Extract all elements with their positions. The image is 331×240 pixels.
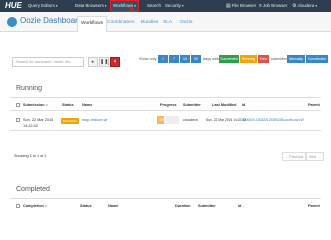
status-badge: RUNNING	[61, 118, 79, 124]
tab-workflows[interactable]: Workflows	[77, 16, 108, 32]
col-status[interactable]: Status	[80, 204, 92, 208]
caret-down-icon: ▾	[55, 4, 58, 8]
completed-section-title: Completed	[16, 186, 50, 193]
days-1-button[interactable]: 1	[158, 55, 168, 63]
nav-label: Search	[147, 3, 161, 8]
nav-file-browser[interactable]: ▤File Browser	[226, 0, 256, 12]
nav-label: Job Browser	[262, 3, 288, 8]
nav-query-editors[interactable]: Query Editors▾	[28, 0, 58, 12]
col-completion[interactable]: Completion⇅	[23, 204, 47, 208]
search-input[interactable]: Search for username, name, etc...	[12, 57, 84, 67]
col-submission[interactable]: Submission⇅	[23, 103, 48, 107]
tab-bundles[interactable]: Bundles	[138, 16, 161, 32]
next-page-button[interactable]: Next →	[306, 152, 324, 161]
status-error-button[interactable]: Error	[258, 55, 269, 63]
days-15-button[interactable]: 15	[180, 55, 190, 63]
tab-sla[interactable]: SLA	[160, 16, 175, 32]
submitted-coordinator-button[interactable]: Coordinator	[306, 55, 328, 63]
sort-icon: ⇅	[45, 103, 49, 107]
pause-icon: ❚❚	[100, 59, 109, 65]
play-button[interactable]: ▸	[88, 57, 98, 67]
gear-icon: ⚙	[292, 3, 297, 9]
status-succeeded-button[interactable]: Succeeded	[219, 55, 239, 63]
col-parent[interactable]: Parent	[308, 204, 320, 208]
submitted-label: submitted	[271, 57, 288, 61]
tab-coordinators[interactable]: Coordinators	[104, 16, 137, 32]
last-modified-cell: Sun, 22 Mar 2015 14:22:32	[206, 118, 246, 122]
oozie-logo-icon	[7, 17, 17, 27]
nav-label: Data Browsers	[75, 3, 104, 8]
submitter-cell: cloudera	[183, 118, 198, 122]
col-status[interactable]: Status	[62, 103, 74, 107]
nav-label: cloudera	[297, 3, 315, 8]
col-submitter[interactable]: Submitter	[198, 204, 216, 208]
workflow-name-link[interactable]: map-reduce-wf	[82, 118, 107, 122]
progress-bar: 33%	[157, 116, 179, 124]
previous-page-button[interactable]: ← Previous	[282, 152, 306, 161]
select-all-completed-checkbox[interactable]	[16, 204, 20, 208]
submission-cell: Sun, 22 Mar 2015 14:22:32	[23, 118, 54, 128]
col-submitter[interactable]: Submitter	[183, 103, 201, 107]
col-progress[interactable]: Progress	[160, 103, 176, 107]
column-label: Completion	[23, 204, 44, 208]
sort-icon: ⇅	[44, 204, 48, 208]
tab-oozie[interactable]: Oozie	[177, 16, 196, 32]
close-icon: ×	[113, 59, 117, 65]
pause-button[interactable]: ❚❚	[99, 57, 109, 67]
days-30-button[interactable]: 30	[191, 55, 201, 63]
caret-down-icon: ▾	[104, 4, 107, 8]
divider	[10, 130, 321, 131]
select-all-checkbox[interactable]	[16, 103, 20, 107]
row-checkbox[interactable]	[16, 118, 20, 122]
column-label: Submission	[23, 103, 45, 107]
nav-security[interactable]: Security▾	[165, 0, 184, 12]
list-icon: ≡	[259, 3, 262, 9]
caret-down-icon: ▾	[134, 4, 136, 8]
divider	[10, 97, 321, 98]
nav-label: Security	[165, 3, 181, 8]
days-7-button[interactable]: 7	[169, 55, 179, 63]
col-name[interactable]: Name	[82, 103, 92, 107]
oozie-subheader: Oozie Dashboard Workflows Coordinators B…	[0, 12, 331, 32]
play-icon: ▸	[91, 59, 95, 65]
col-name[interactable]: Name	[108, 204, 118, 208]
file-icon: ▤	[226, 3, 231, 9]
show-only-label: Show only	[139, 57, 157, 61]
kill-button[interactable]: ×	[110, 57, 120, 67]
divider	[10, 110, 321, 111]
nav-user-menu[interactable]: ⚙cloudera▾	[292, 0, 317, 12]
col-last-modified[interactable]: Last Modified	[212, 103, 236, 107]
job-id-link[interactable]: 0000000-150322124350245-oozie-oozi-W	[242, 118, 304, 122]
top-navbar: HUE Query Editors▾ Data Browsers▾ Workfl…	[0, 0, 331, 12]
status-running-button[interactable]: Running	[240, 55, 257, 63]
divider	[10, 198, 321, 199]
nav-job-browser[interactable]: ≡Job Browser	[259, 0, 287, 12]
nav-search[interactable]: Search	[147, 0, 161, 12]
running-section-title: Running	[16, 85, 43, 92]
col-duration[interactable]: Duration	[175, 204, 191, 208]
nav-workflows[interactable]: Workflows▾	[110, 0, 139, 12]
col-parent[interactable]: Parent	[308, 103, 320, 107]
page-title: Oozie Dashboard	[20, 16, 83, 25]
caret-down-icon: ▾	[315, 4, 318, 8]
col-id[interactable]: Id	[238, 204, 241, 208]
nav-label: Query Editors	[28, 3, 55, 8]
progress-text: 33%	[159, 118, 167, 122]
nav-data-browsers[interactable]: Data Browsers▾	[75, 0, 107, 12]
caret-down-icon: ▾	[181, 4, 184, 8]
submitted-manually-button[interactable]: Manually	[287, 55, 305, 63]
nav-label: File Browser	[231, 3, 257, 8]
showing-count: Showing 1 to 1 of 1	[14, 154, 47, 158]
col-id[interactable]: Id	[242, 103, 245, 107]
hue-logo[interactable]: HUE	[5, 1, 22, 10]
